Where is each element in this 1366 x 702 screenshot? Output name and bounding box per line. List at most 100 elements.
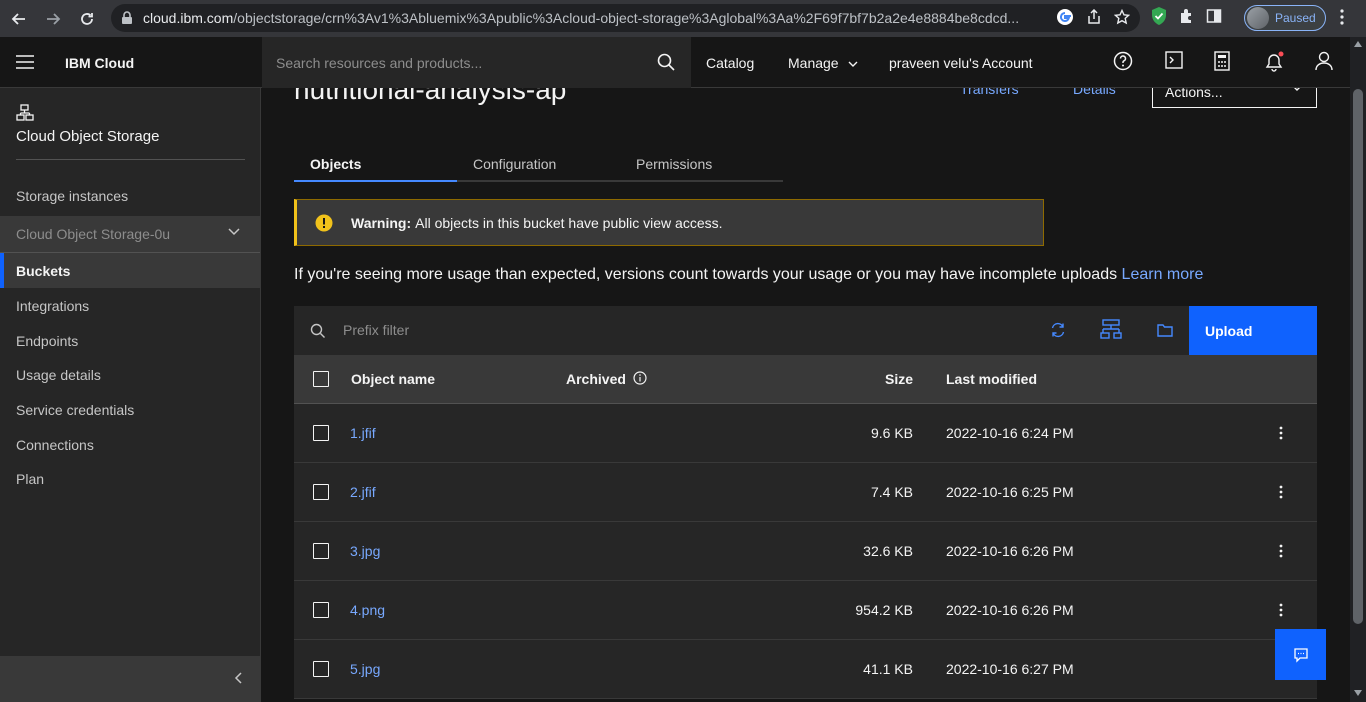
share-icon[interactable] <box>1086 9 1102 25</box>
object-name-link[interactable]: 5.jpg <box>350 661 380 677</box>
prefix-filter-input[interactable]: Prefix filter <box>343 322 409 338</box>
global-search-input[interactable]: Search resources and products... <box>262 37 691 88</box>
brand-logo[interactable]: IBM Cloud <box>65 55 134 71</box>
sidebar-item-service-credentials[interactable]: Service credentials <box>0 392 260 427</box>
sidebar-item-usage-details[interactable]: Usage details <box>0 357 260 392</box>
select-all-checkbox[interactable] <box>313 371 329 387</box>
object-name-link[interactable]: 2.jfif <box>350 484 376 500</box>
object-modified: 2022-10-16 6:25 PM <box>946 484 1074 500</box>
actions-dropdown[interactable]: Actions... <box>1152 88 1317 108</box>
column-header-name[interactable]: Object name <box>351 371 435 387</box>
tab-permissions[interactable]: Permissions <box>620 148 783 182</box>
scroll-up-icon[interactable] <box>1354 41 1362 47</box>
chevron-down-icon <box>1292 88 1302 91</box>
object-storage-icon <box>16 104 34 122</box>
left-sidebar: Cloud Object Storage Storage instances C… <box>0 88 261 702</box>
row-checkbox[interactable] <box>313 602 329 618</box>
sidebar-item-label: Cloud Object Storage-0u <box>16 226 171 242</box>
object-view-toggle-icon[interactable] <box>1100 318 1122 340</box>
warning-text: All objects in this bucket have public v… <box>415 214 723 231</box>
sidebar-item-storage-instances[interactable]: Storage instances <box>0 178 260 213</box>
object-modified: 2022-10-16 6:26 PM <box>946 543 1074 559</box>
sidebar-item-buckets[interactable]: Buckets <box>0 253 260 288</box>
object-name-link[interactable]: 3.jpg <box>350 543 380 559</box>
row-checkbox[interactable] <box>313 661 329 677</box>
catalog-link[interactable]: Catalog <box>706 55 754 71</box>
usage-note: If you're seeing more usage than expecte… <box>294 266 1203 284</box>
help-icon[interactable] <box>1113 51 1133 71</box>
collapse-sidebar-icon[interactable] <box>234 672 242 684</box>
learn-more-link[interactable]: Learn more <box>1122 266 1204 283</box>
object-size: 7.4 KB <box>870 484 913 500</box>
transfers-link[interactable]: Transfers <box>960 88 1019 97</box>
table-row[interactable]: 4.png 954.2 KB 2022-10-16 6:26 PM <box>294 581 1317 640</box>
shield-extension-icon[interactable] <box>1150 6 1168 26</box>
column-header-modified[interactable]: Last modified <box>946 371 1037 387</box>
page-scrollbar[interactable] <box>1350 37 1366 702</box>
table-row[interactable]: 3.jpg 32.6 KB 2022-10-16 6:26 PM <box>294 522 1317 581</box>
feedback-button[interactable] <box>1275 629 1326 680</box>
sidebar-item-plan[interactable]: Plan <box>0 461 260 496</box>
manage-label: Manage <box>788 55 839 71</box>
search-icon <box>310 323 326 339</box>
table-row[interactable]: 1.jfif 9.6 KB 2022-10-16 6:24 PM <box>294 404 1317 463</box>
sidepanel-icon[interactable] <box>1206 8 1222 24</box>
account-switcher[interactable]: praveen velu's Account <box>889 55 1033 71</box>
reload-button[interactable] <box>72 4 102 34</box>
tab-configuration[interactable]: Configuration <box>457 148 620 182</box>
scrollbar-thumb[interactable] <box>1353 89 1363 624</box>
objects-toolbar: Prefix filter Upload <box>294 306 1317 355</box>
refresh-icon[interactable] <box>1050 322 1066 338</box>
column-header-size[interactable]: Size <box>885 371 913 387</box>
sidebar-item-integrations[interactable]: Integrations <box>0 288 260 323</box>
cloud-shell-icon[interactable] <box>1165 51 1183 69</box>
upload-button[interactable]: Upload <box>1189 306 1317 355</box>
chevron-down-icon <box>848 61 858 68</box>
profile-paused-button[interactable]: Paused <box>1244 5 1326 31</box>
puzzle-extensions-icon[interactable] <box>1178 7 1196 25</box>
table-row[interactable]: 5.jpg 41.1 KB 2022-10-16 6:27 PM <box>294 640 1317 699</box>
overflow-menu-icon[interactable] <box>1279 485 1283 499</box>
objects-table: Object name Archived Size Last modified … <box>294 355 1317 699</box>
scroll-down-icon[interactable] <box>1354 690 1362 696</box>
lock-icon <box>121 11 133 25</box>
row-checkbox[interactable] <box>313 484 329 500</box>
search-icon[interactable] <box>657 53 675 71</box>
details-link[interactable]: Details <box>1073 88 1116 97</box>
sidebar-instance-selector[interactable]: Cloud Object Storage-0u <box>0 216 260 253</box>
sidebar-divider <box>16 159 245 160</box>
ibm-cloud-header: IBM Cloud Search resources and products.… <box>0 37 1366 88</box>
user-profile-icon[interactable] <box>1315 51 1333 71</box>
forward-button[interactable] <box>38 4 68 34</box>
tab-objects[interactable]: Objects <box>294 148 457 182</box>
object-modified: 2022-10-16 6:27 PM <box>946 661 1074 677</box>
sidebar-item-label: Buckets <box>16 262 71 279</box>
back-button[interactable] <box>4 4 34 34</box>
row-checkbox[interactable] <box>313 543 329 559</box>
star-icon[interactable] <box>1114 9 1130 25</box>
notifications-icon[interactable] <box>1263 51 1285 73</box>
overflow-menu-icon[interactable] <box>1279 544 1283 558</box>
table-row[interactable]: 2.jfif 7.4 KB 2022-10-16 6:25 PM <box>294 463 1317 522</box>
object-name-link[interactable]: 4.png <box>350 602 385 618</box>
column-header-archived[interactable]: Archived <box>566 371 626 387</box>
sidebar-item-connections[interactable]: Connections <box>0 427 260 462</box>
sidebar-footer <box>0 656 260 702</box>
sidebar-item-endpoints[interactable]: Endpoints <box>0 323 260 358</box>
overflow-menu-icon[interactable] <box>1279 426 1283 440</box>
hamburger-menu-icon[interactable] <box>16 55 34 69</box>
manage-menu[interactable]: Manage <box>788 55 858 71</box>
info-icon[interactable] <box>633 371 647 385</box>
folder-icon[interactable] <box>1157 323 1173 337</box>
browser-menu-icon[interactable] <box>1340 9 1344 25</box>
object-name-link[interactable]: 1.jfif <box>350 425 376 441</box>
row-checkbox[interactable] <box>313 425 329 441</box>
upload-label: Upload <box>1205 322 1253 339</box>
actions-label: Actions... <box>1165 88 1223 100</box>
google-icon[interactable] <box>1056 8 1074 26</box>
overflow-menu-icon[interactable] <box>1279 603 1283 617</box>
sidebar-item-label: Endpoints <box>16 332 79 349</box>
address-bar[interactable]: cloud.ibm.com/objectstorage/crn%3Av1%3Ab… <box>111 4 1140 32</box>
cost-estimator-icon[interactable] <box>1214 51 1230 71</box>
arrow-right-icon <box>47 12 61 25</box>
